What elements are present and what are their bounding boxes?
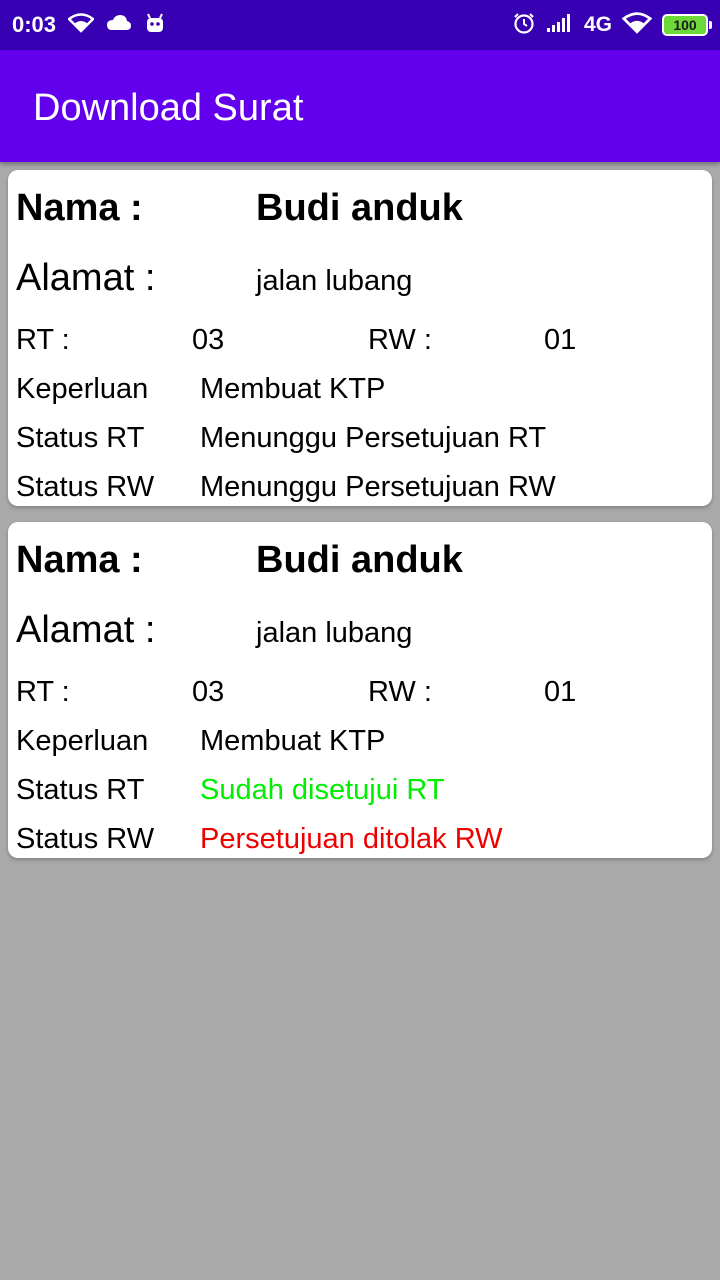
status-rw-label: Status RW [16, 471, 155, 503]
nama-label: Nama : [16, 187, 143, 229]
status-rw-label: Status RW [16, 823, 155, 855]
nama-value: Budi anduk [256, 187, 463, 229]
keperluan-value: Membuat KTP [200, 725, 386, 757]
alamat-value: jalan lubang [256, 617, 413, 649]
app-bar: Download Surat [0, 50, 720, 162]
status-rw-value: Menunggu Persetujuan RW [200, 471, 556, 503]
wifi-icon [621, 11, 653, 39]
alamat-label: Alamat : [16, 257, 156, 299]
rt-label: RT : [16, 324, 70, 356]
status-rt-value: Sudah disetujui RT [200, 774, 445, 806]
rw-value: 01 [544, 324, 577, 356]
page-title: Download Surat [33, 87, 304, 129]
status-time: 0:03 [12, 12, 57, 37]
status-rt-label: Status RT [16, 422, 145, 454]
surat-card[interactable]: Nama : Budi anduk Alamat : jalan lubang … [8, 522, 712, 858]
keperluan-label: Keperluan [16, 373, 149, 405]
rt-value: 03 [192, 324, 225, 356]
cloud-icon [106, 14, 132, 37]
keperluan-label: Keperluan [16, 725, 149, 757]
surat-card[interactable]: Nama : Budi anduk Alamat : jalan lubang … [8, 170, 712, 506]
signal-icon [546, 13, 574, 38]
rt-label: RT : [16, 676, 70, 708]
keperluan-value: Membuat KTP [200, 373, 386, 405]
alamat-value: jalan lubang [256, 265, 413, 297]
android-icon [144, 12, 166, 39]
wifi-icon [67, 12, 95, 38]
status-bar: 0:03 4G 100 [0, 0, 720, 50]
nama-label: Nama : [16, 539, 143, 581]
alamat-label: Alamat : [16, 609, 156, 651]
rw-value: 01 [544, 676, 577, 708]
battery-icon: 100 [662, 14, 712, 36]
rw-label: RW : [368, 324, 432, 356]
rw-label: RW : [368, 676, 432, 708]
status-rw-value: Persetujuan ditolak RW [200, 823, 503, 855]
alarm-icon [512, 11, 536, 40]
status-rt-label: Status RT [16, 774, 145, 806]
nama-value: Budi anduk [256, 539, 463, 581]
status-rt-value: Menunggu Persetujuan RT [200, 422, 547, 454]
rt-value: 03 [192, 676, 225, 708]
network-type: 4G [583, 13, 612, 36]
